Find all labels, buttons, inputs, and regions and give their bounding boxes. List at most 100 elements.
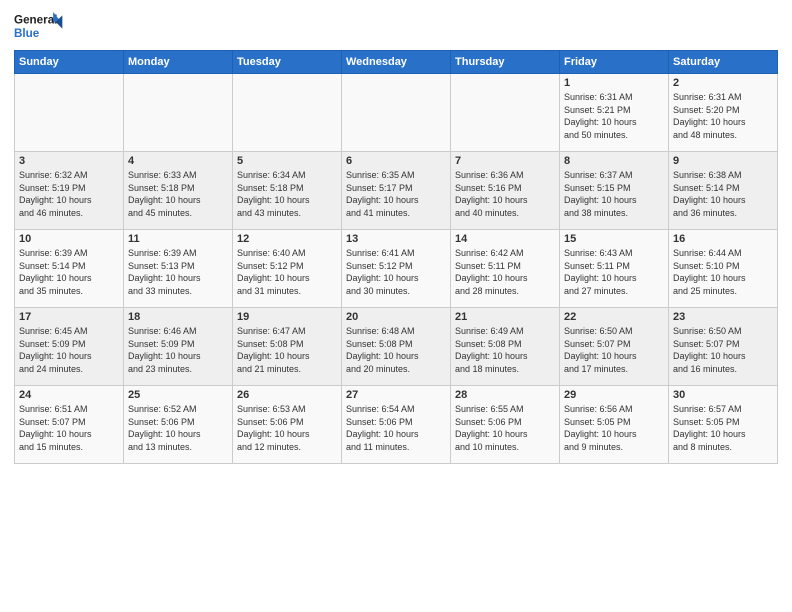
day-info: Sunrise: 6:43 AM Sunset: 5:11 PM Dayligh…	[564, 247, 664, 297]
day-number: 16	[673, 233, 773, 245]
calendar-day-cell: 12 Sunrise: 6:40 AM Sunset: 5:12 PM Dayli…	[233, 230, 342, 308]
day-info: Sunrise: 6:39 AM Sunset: 5:14 PM Dayligh…	[19, 247, 119, 297]
day-number: 30	[673, 389, 773, 401]
day-info: Sunrise: 6:45 AM Sunset: 5:09 PM Dayligh…	[19, 325, 119, 375]
day-number: 26	[237, 389, 337, 401]
day-info: Sunrise: 6:36 AM Sunset: 5:16 PM Dayligh…	[455, 169, 555, 219]
svg-text:Blue: Blue	[14, 27, 40, 40]
day-number: 10	[19, 233, 119, 245]
day-number: 15	[564, 233, 664, 245]
day-info: Sunrise: 6:41 AM Sunset: 5:12 PM Dayligh…	[346, 247, 446, 297]
day-info: Sunrise: 6:42 AM Sunset: 5:11 PM Dayligh…	[455, 247, 555, 297]
day-number: 1	[564, 77, 664, 89]
calendar-week-row: 3 Sunrise: 6:32 AM Sunset: 5:19 PM Daylig…	[15, 152, 778, 230]
day-number: 5	[237, 155, 337, 167]
day-info: Sunrise: 6:32 AM Sunset: 5:19 PM Dayligh…	[19, 169, 119, 219]
day-info: Sunrise: 6:49 AM Sunset: 5:08 PM Dayligh…	[455, 325, 555, 375]
calendar-day-cell: 3 Sunrise: 6:32 AM Sunset: 5:19 PM Daylig…	[15, 152, 124, 230]
calendar-day-cell	[451, 74, 560, 152]
day-number: 8	[564, 155, 664, 167]
calendar-day-cell: 13 Sunrise: 6:41 AM Sunset: 5:12 PM Dayli…	[342, 230, 451, 308]
day-number: 21	[455, 311, 555, 323]
calendar-day-cell: 24 Sunrise: 6:51 AM Sunset: 5:07 PM Dayli…	[15, 386, 124, 464]
calendar-day-cell: 18 Sunrise: 6:46 AM Sunset: 5:09 PM Dayli…	[124, 308, 233, 386]
day-info: Sunrise: 6:55 AM Sunset: 5:06 PM Dayligh…	[455, 403, 555, 453]
day-number: 19	[237, 311, 337, 323]
calendar-day-cell	[233, 74, 342, 152]
day-number: 6	[346, 155, 446, 167]
day-info: Sunrise: 6:31 AM Sunset: 5:20 PM Dayligh…	[673, 91, 773, 141]
day-number: 7	[455, 155, 555, 167]
calendar-weekday-monday: Monday	[124, 51, 233, 74]
page: GeneralBlue SundayMondayTuesdayWednesday…	[0, 0, 792, 612]
calendar-day-cell: 14Sunrise: 6:42 AM Sunset: 5:11 PM Dayli…	[451, 230, 560, 308]
calendar-day-cell: 29 Sunrise: 6:56 AM Sunset: 5:05 PM Dayli…	[560, 386, 669, 464]
day-info: Sunrise: 6:51 AM Sunset: 5:07 PM Dayligh…	[19, 403, 119, 453]
logo: GeneralBlue	[14, 10, 64, 44]
day-number: 28	[455, 389, 555, 401]
calendar-day-cell	[342, 74, 451, 152]
calendar-weekday-sunday: Sunday	[15, 51, 124, 74]
calendar-day-cell: 4 Sunrise: 6:33 AM Sunset: 5:18 PM Daylig…	[124, 152, 233, 230]
calendar-weekday-thursday: Thursday	[451, 51, 560, 74]
calendar-day-cell: 28 Sunrise: 6:55 AM Sunset: 5:06 PM Dayli…	[451, 386, 560, 464]
calendar-week-row: 1 Sunrise: 6:31 AM Sunset: 5:21 PM Daylig…	[15, 74, 778, 152]
day-info: Sunrise: 6:34 AM Sunset: 5:18 PM Dayligh…	[237, 169, 337, 219]
day-number: 11	[128, 233, 228, 245]
day-info: Sunrise: 6:50 AM Sunset: 5:07 PM Dayligh…	[564, 325, 664, 375]
calendar-day-cell: 23 Sunrise: 6:50 AM Sunset: 5:07 PM Dayli…	[669, 308, 778, 386]
calendar-weekday-saturday: Saturday	[669, 51, 778, 74]
logo-icon: GeneralBlue	[14, 10, 64, 44]
day-number: 17	[19, 311, 119, 323]
day-number: 29	[564, 389, 664, 401]
day-info: Sunrise: 6:56 AM Sunset: 5:05 PM Dayligh…	[564, 403, 664, 453]
day-info: Sunrise: 6:50 AM Sunset: 5:07 PM Dayligh…	[673, 325, 773, 375]
calendar-week-row: 24 Sunrise: 6:51 AM Sunset: 5:07 PM Dayli…	[15, 386, 778, 464]
day-number: 24	[19, 389, 119, 401]
calendar-week-row: 10 Sunrise: 6:39 AM Sunset: 5:14 PM Dayli…	[15, 230, 778, 308]
calendar-weekday-tuesday: Tuesday	[233, 51, 342, 74]
day-info: Sunrise: 6:37 AM Sunset: 5:15 PM Dayligh…	[564, 169, 664, 219]
day-info: Sunrise: 6:33 AM Sunset: 5:18 PM Dayligh…	[128, 169, 228, 219]
calendar-weekday-friday: Friday	[560, 51, 669, 74]
day-info: Sunrise: 6:31 AM Sunset: 5:21 PM Dayligh…	[564, 91, 664, 141]
day-number: 13	[346, 233, 446, 245]
calendar-day-cell: 5 Sunrise: 6:34 AM Sunset: 5:18 PM Daylig…	[233, 152, 342, 230]
day-info: Sunrise: 6:52 AM Sunset: 5:06 PM Dayligh…	[128, 403, 228, 453]
day-info: Sunrise: 6:57 AM Sunset: 5:05 PM Dayligh…	[673, 403, 773, 453]
calendar-day-cell: 6 Sunrise: 6:35 AM Sunset: 5:17 PM Daylig…	[342, 152, 451, 230]
calendar-week-row: 17 Sunrise: 6:45 AM Sunset: 5:09 PM Dayli…	[15, 308, 778, 386]
calendar-day-cell: 21 Sunrise: 6:49 AM Sunset: 5:08 PM Dayli…	[451, 308, 560, 386]
calendar-day-cell: 19 Sunrise: 6:47 AM Sunset: 5:08 PM Dayli…	[233, 308, 342, 386]
day-number: 4	[128, 155, 228, 167]
day-number: 18	[128, 311, 228, 323]
day-info: Sunrise: 6:35 AM Sunset: 5:17 PM Dayligh…	[346, 169, 446, 219]
day-info: Sunrise: 6:47 AM Sunset: 5:08 PM Dayligh…	[237, 325, 337, 375]
svg-text:General: General	[14, 14, 57, 27]
calendar-day-cell: 8 Sunrise: 6:37 AM Sunset: 5:15 PM Daylig…	[560, 152, 669, 230]
day-number: 22	[564, 311, 664, 323]
calendar-weekday-wednesday: Wednesday	[342, 51, 451, 74]
calendar-day-cell: 27 Sunrise: 6:54 AM Sunset: 5:06 PM Dayli…	[342, 386, 451, 464]
day-number: 25	[128, 389, 228, 401]
calendar-day-cell	[124, 74, 233, 152]
day-number: 20	[346, 311, 446, 323]
day-info: Sunrise: 6:40 AM Sunset: 5:12 PM Dayligh…	[237, 247, 337, 297]
calendar-day-cell: 15 Sunrise: 6:43 AM Sunset: 5:11 PM Dayli…	[560, 230, 669, 308]
calendar-day-cell: 16Sunrise: 6:44 AM Sunset: 5:10 PM Dayli…	[669, 230, 778, 308]
calendar-header-row: SundayMondayTuesdayWednesdayThursdayFrid…	[15, 51, 778, 74]
calendar-day-cell: 30 Sunrise: 6:57 AM Sunset: 5:05 PM Dayli…	[669, 386, 778, 464]
day-info: Sunrise: 6:46 AM Sunset: 5:09 PM Dayligh…	[128, 325, 228, 375]
day-number: 23	[673, 311, 773, 323]
calendar-day-cell: 2Sunrise: 6:31 AM Sunset: 5:20 PM Daylig…	[669, 74, 778, 152]
calendar: SundayMondayTuesdayWednesdayThursdayFrid…	[14, 50, 778, 464]
day-number: 12	[237, 233, 337, 245]
day-number: 3	[19, 155, 119, 167]
calendar-day-cell: 26Sunrise: 6:53 AM Sunset: 5:06 PM Dayli…	[233, 386, 342, 464]
day-info: Sunrise: 6:48 AM Sunset: 5:08 PM Dayligh…	[346, 325, 446, 375]
calendar-day-cell: 1 Sunrise: 6:31 AM Sunset: 5:21 PM Daylig…	[560, 74, 669, 152]
calendar-day-cell: 11Sunrise: 6:39 AM Sunset: 5:13 PM Dayli…	[124, 230, 233, 308]
day-info: Sunrise: 6:54 AM Sunset: 5:06 PM Dayligh…	[346, 403, 446, 453]
calendar-day-cell: 17 Sunrise: 6:45 AM Sunset: 5:09 PM Dayli…	[15, 308, 124, 386]
day-number: 27	[346, 389, 446, 401]
